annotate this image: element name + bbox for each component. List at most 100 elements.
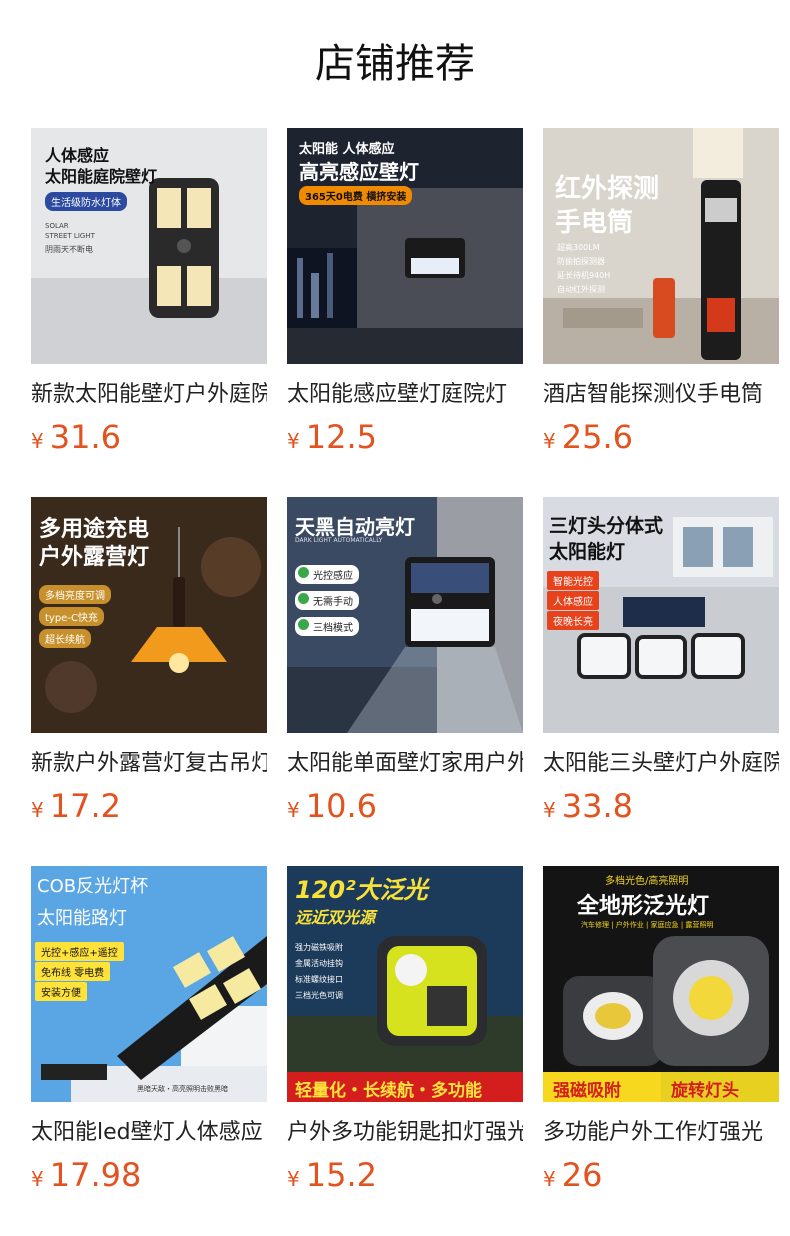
image-tag: 夜晚长亮: [547, 611, 599, 630]
product-price: ¥25.6: [543, 415, 633, 459]
image-tag: type-C快充: [39, 607, 104, 626]
product-price: ¥10.6: [287, 784, 377, 828]
currency-symbol: ¥: [31, 429, 44, 453]
image-tag: 智能光控: [547, 571, 599, 590]
price-value: 33.8: [561, 787, 633, 825]
product-card[interactable]: 多档光色/高亮照明 全地形泛光灯 汽车修理 | 户外作业 | 家庭应急 | 露营…: [543, 866, 779, 1194]
product-card[interactable]: 120²大泛光 远近双光源 强力磁铁吸附 金属活动挂钩 标准螺纹接口 三档光色可…: [287, 866, 523, 1194]
image-headline-2: 高亮感应壁灯: [299, 160, 419, 184]
page-title: 店铺推荐: [315, 41, 475, 87]
image-badge: 生活级防水灯体: [45, 192, 127, 211]
product-name[interactable]: 酒店智能探测仪手电筒: [543, 379, 779, 411]
product-price: ¥17.2: [31, 784, 121, 828]
product-card[interactable]: COB反光灯杯 太阳能路灯 光控+感应+遥控 免布线 零电费 安装方便 黑暗天敌…: [31, 866, 267, 1194]
product-price: ¥15.2: [287, 1153, 377, 1197]
product-image[interactable]: 多档光色/高亮照明 全地形泛光灯 汽车修理 | 户外作业 | 家庭应急 | 露营…: [543, 866, 779, 1102]
image-note: 强力磁铁吸附: [295, 943, 343, 952]
image-note: 阴雨天不断电: [45, 245, 93, 254]
product-name[interactable]: 太阳能单面壁灯家用户外: [287, 748, 523, 780]
image-headline: 天黑自动亮灯: [295, 515, 415, 539]
price-value: 25.6: [561, 418, 633, 456]
currency-symbol: ¥: [287, 429, 300, 453]
image-note: 防偷拍探测器: [557, 257, 605, 266]
product-card[interactable]: 人体感应 太阳能庭院壁灯 生活级防水灯体 SOLAR STREET LIGHT …: [31, 128, 267, 456]
price-value: 10.6: [305, 787, 377, 825]
image-note: 超高300LM: [557, 243, 600, 252]
product-grid: 人体感应 太阳能庭院壁灯 生活级防水灯体 SOLAR STREET LIGHT …: [31, 128, 790, 1194]
image-headline-1: 太阳能 人体感应: [299, 142, 395, 157]
product-price: ¥33.8: [543, 784, 633, 828]
image-subline: DARK LIGHT AUTOMATICALLY: [295, 537, 383, 544]
image-tag: 免布线 零电费: [35, 962, 111, 981]
image-note: 汽车修理 | 户外作业 | 家庭应急 | 露营照明: [581, 921, 714, 929]
image-headline-2: 全地形泛光灯: [577, 894, 710, 919]
product-price: ¥26: [543, 1153, 602, 1197]
image-tag: 光控+感应+遥控: [35, 942, 124, 961]
image-note: 自动红外探测: [557, 285, 605, 294]
currency-symbol: ¥: [543, 429, 556, 453]
product-name[interactable]: 太阳能感应壁灯庭院灯: [287, 379, 523, 411]
image-caption: 黑暗天敌・高亮照明击败黑暗: [137, 1085, 228, 1093]
product-card[interactable]: 多用途充电 户外露营灯 多档亮度可调 type-C快充 超长续航 新款户外露营灯…: [31, 497, 267, 825]
product-price: ¥17.98: [31, 1153, 141, 1197]
price-value: 15.2: [305, 1156, 377, 1194]
image-banner: 轻量化・长续航・多功能: [295, 1081, 482, 1101]
image-headline-1: 120²大泛光: [295, 876, 428, 904]
product-image[interactable]: 太阳能 人体感应 高亮感应壁灯 365天0电费 横挤安装: [287, 128, 523, 364]
product-image[interactable]: 多用途充电 户外露营灯 多档亮度可调 type-C快充 超长续航: [31, 497, 267, 733]
image-headline-2: 手电筒: [555, 208, 634, 238]
image-banner: 强磁吸附: [553, 1081, 621, 1101]
product-image[interactable]: 120²大泛光 远近双光源 强力磁铁吸附 金属活动挂钩 标准螺纹接口 三档光色可…: [287, 866, 523, 1102]
price-value: 26: [561, 1156, 603, 1194]
check-icon: [298, 619, 309, 630]
image-headline-1: 多档光色/高亮照明: [605, 876, 689, 887]
currency-symbol: ¥: [543, 1167, 556, 1191]
image-headline-2: 太阳能灯: [549, 541, 626, 563]
image-headline-2: 太阳能路灯: [37, 908, 127, 929]
check-icon: [298, 567, 309, 578]
image-tag: 安装方便: [35, 982, 87, 1001]
product-name[interactable]: 太阳能三头壁灯户外庭院: [543, 748, 779, 780]
image-headline-1: COB反光灯杯: [37, 876, 149, 897]
product-card[interactable]: 三灯头分体式 太阳能灯 智能光控 人体感应 夜晚长亮 太阳能三头壁灯户外庭院 ¥…: [543, 497, 779, 825]
image-headline-1: 三灯头分体式: [549, 515, 664, 537]
price-value: 17.98: [49, 1156, 142, 1194]
image-headline-2: 户外露营灯: [39, 545, 150, 570]
product-name[interactable]: 新款户外露营灯复古吊灯: [31, 748, 267, 780]
price-value: 12.5: [305, 418, 377, 456]
image-note: 三档光色可调: [295, 991, 343, 1000]
currency-symbol: ¥: [287, 798, 300, 822]
image-note: 延长待机940H: [557, 271, 611, 280]
image-headline-2: 远近双光源: [295, 908, 376, 927]
image-tag: 超长续航: [39, 629, 91, 648]
product-name[interactable]: 户外多功能钥匙扣灯强光: [287, 1117, 523, 1149]
product-name[interactable]: 新款太阳能壁灯户外庭院: [31, 379, 267, 411]
check-icon: [298, 593, 309, 604]
product-card[interactable]: 天黑自动亮灯 DARK LIGHT AUTOMATICALLY 光控感应 无需手…: [287, 497, 523, 825]
product-image[interactable]: 红外探测 手电筒 超高300LM 防偷拍探测器 延长待机940H 自动红外探测: [543, 128, 779, 364]
image-badge: 365天0电费 横挤安装: [299, 186, 413, 205]
currency-symbol: ¥: [31, 1167, 44, 1191]
currency-symbol: ¥: [287, 1167, 300, 1191]
image-note: 标准螺纹接口: [295, 975, 343, 984]
currency-symbol: ¥: [31, 798, 44, 822]
product-image[interactable]: COB反光灯杯 太阳能路灯 光控+感应+遥控 免布线 零电费 安装方便 黑暗天敌…: [31, 866, 267, 1102]
product-card[interactable]: 红外探测 手电筒 超高300LM 防偷拍探测器 延长待机940H 自动红外探测 …: [543, 128, 779, 456]
price-value: 31.6: [49, 418, 121, 456]
image-headline-1: 红外探测: [555, 174, 660, 204]
product-name[interactable]: 太阳能led壁灯人体感应: [31, 1117, 267, 1149]
image-note: 金属活动挂钩: [295, 959, 343, 968]
image-note: SOLAR: [45, 222, 69, 230]
price-value: 17.2: [49, 787, 121, 825]
currency-symbol: ¥: [543, 798, 556, 822]
product-card[interactable]: 太阳能 人体感应 高亮感应壁灯 365天0电费 横挤安装 太阳能感应壁灯庭院灯 …: [287, 128, 523, 456]
image-tag: 人体感应: [547, 591, 599, 610]
product-name[interactable]: 多功能户外工作灯强光: [543, 1117, 779, 1149]
product-image[interactable]: 人体感应 太阳能庭院壁灯 生活级防水灯体 SOLAR STREET LIGHT …: [31, 128, 267, 364]
product-image[interactable]: 天黑自动亮灯 DARK LIGHT AUTOMATICALLY 光控感应 无需手…: [287, 497, 523, 733]
image-note: STREET LIGHT: [45, 232, 95, 240]
product-price: ¥31.6: [31, 415, 121, 459]
product-price: ¥12.5: [287, 415, 377, 459]
product-image[interactable]: 三灯头分体式 太阳能灯 智能光控 人体感应 夜晚长亮: [543, 497, 779, 733]
image-banner: 旋转灯头: [671, 1081, 739, 1101]
